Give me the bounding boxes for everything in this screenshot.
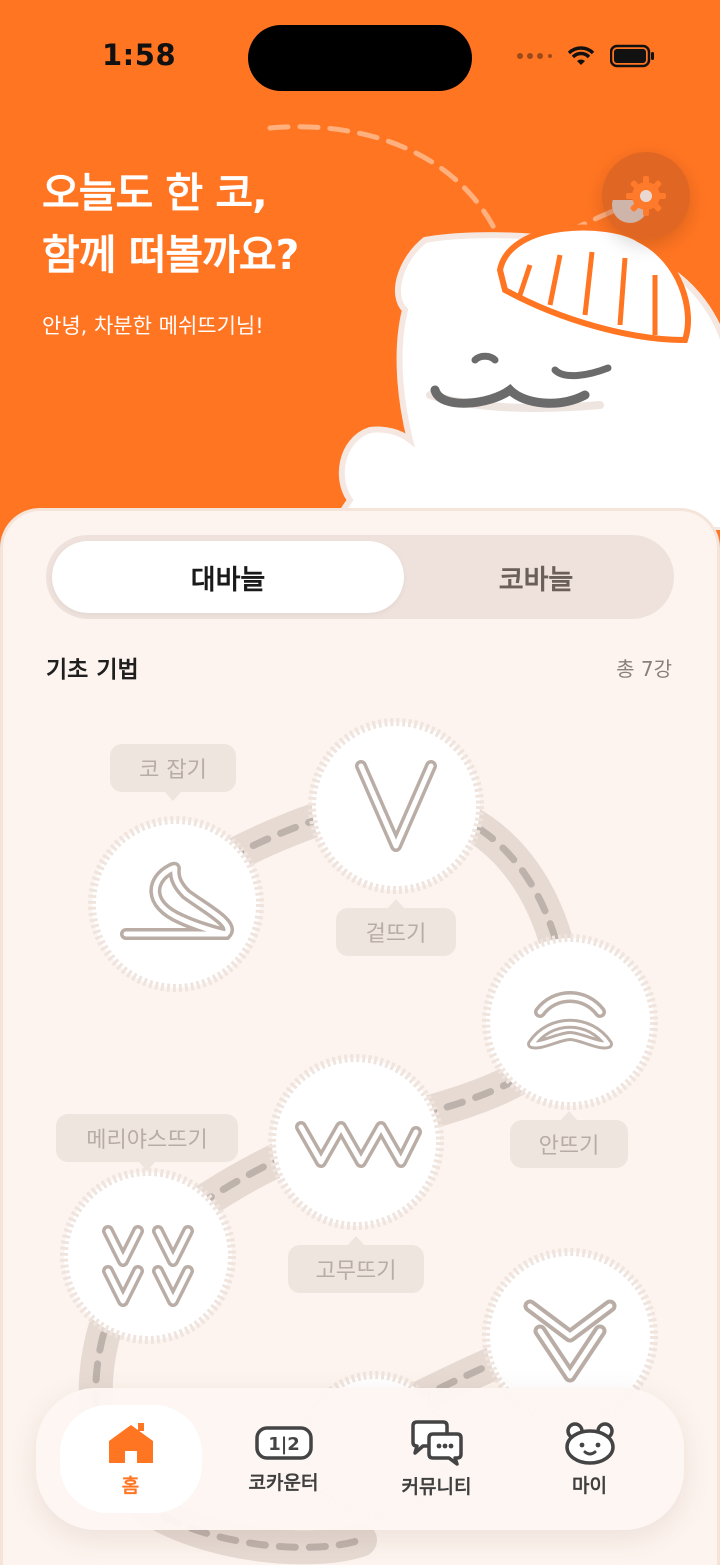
lesson-node-stockinette[interactable] [58,1166,238,1346]
battery-icon [610,44,654,68]
greeting-text: 안녕, 차분한 메쉬뜨기님! [42,314,264,338]
tab-my-label: 마이 [572,1474,607,1497]
section-title: 기초 기법 [46,657,139,683]
dynamic-island [248,25,472,91]
lesson-node-cast-on[interactable] [86,814,266,994]
lesson-label-purl[interactable]: 안뜨기 [510,1111,628,1168]
tab-home[interactable]: 홈 [59,1405,202,1513]
svg-text:1|2: 1|2 [268,1434,300,1455]
lesson-label-cast-on[interactable]: 코 잡기 [110,744,236,801]
hero-title: 오늘도 한 코, 함께 떠볼까요? [42,162,299,286]
lesson-node-purl[interactable] [480,932,660,1112]
gear-icon [626,176,666,216]
needle-type-toggle: 대바늘 코바늘 [46,535,674,619]
v-stitch-icon [308,718,484,894]
status-icons [516,44,656,68]
tab-my[interactable]: 마이 [519,1405,661,1513]
settings-button[interactable] [602,152,690,240]
tab-counter-label: 코카운터 [248,1471,319,1494]
tab-knitting-needle[interactable]: 대바늘 [52,541,404,613]
bear-mascot-illustration [330,200,720,530]
bear-face-icon [564,1421,615,1465]
lesson-label-knit[interactable]: 겉뜨기 [336,899,456,956]
stockinette-icon [60,1168,236,1344]
hero-title-line1: 오늘도 한 코, [42,169,268,217]
chat-bubbles-icon [410,1419,463,1466]
lesson-label-stockinette[interactable]: 메리야스뜨기 [56,1114,238,1171]
hero-header: 1:58 오늘도 한 코, 함께 떠볼까요? 안녕, 차분한 메쉬뜨기님! [0,0,720,560]
hero-title-line2: 함께 떠볼까요? [42,231,299,279]
purl-bump-icon [482,934,658,1110]
status-time: 1:58 [102,38,177,72]
lesson-count: 총 7강 [616,657,672,681]
home-icon [108,1422,153,1463]
tab-counter[interactable]: 1|2 코카운터 [213,1405,355,1513]
tab-community[interactable]: 커뮤니티 [366,1405,508,1513]
counter-icon: 1|2 [254,1425,313,1460]
bottom-tab-bar: 홈 1|2 코카운터 커뮤니티 마이 [36,1388,684,1530]
wifi-icon [567,46,595,65]
rib-wave-icon [268,1054,444,1230]
tab-crochet-hook[interactable]: 코바늘 [404,541,668,613]
tab-home-label: 홈 [121,1474,140,1497]
status-bar: 1:58 [0,0,720,110]
lesson-node-knit[interactable] [306,716,486,896]
tab-community-label: 커뮤니티 [401,1475,472,1498]
lesson-label-rib[interactable]: 고무뜨기 [288,1236,424,1293]
loop-icon [88,816,264,992]
signal-icon [517,53,552,59]
lesson-node-rib[interactable] [266,1052,446,1232]
